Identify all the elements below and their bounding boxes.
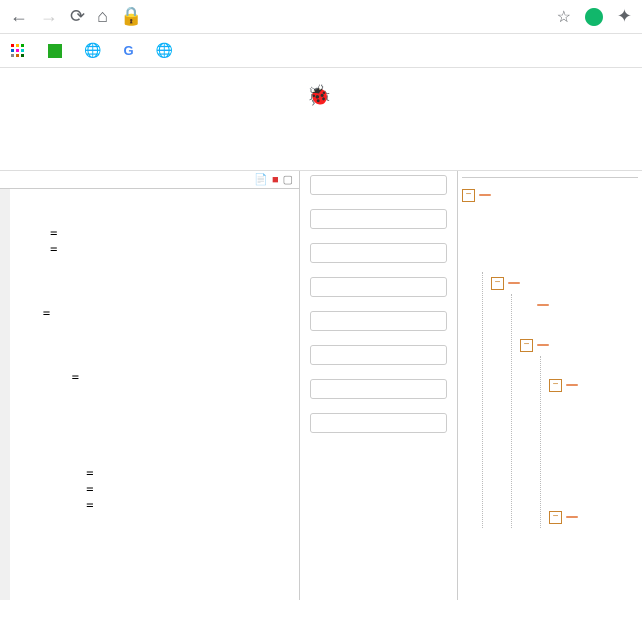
line-gutter (0, 189, 10, 600)
collapse-icon[interactable]: − (520, 339, 533, 352)
tree-body: − − (462, 178, 638, 528)
code-editor[interactable]: = = = = (0, 189, 299, 600)
xml-input-panel: 📄 ■ ▢ = = = (0, 171, 300, 600)
back-icon[interactable]: ← (10, 6, 28, 27)
browser-nav-bar: ← → ⟳ ⌂ 🔒 ☆ ✦ (0, 0, 642, 34)
download-button[interactable] (310, 413, 447, 433)
bookmarks-bar: 🌐 G 🌐 (0, 34, 642, 68)
tree-tag-head[interactable] (508, 282, 520, 284)
minify-button[interactable] (310, 311, 447, 331)
tree-tag-submission[interactable] (566, 516, 578, 518)
tree-tag-instance[interactable] (566, 384, 578, 386)
forward-icon[interactable]: → (40, 6, 58, 27)
browse-button[interactable] (310, 209, 447, 229)
apps-shortcut[interactable] (10, 43, 32, 59)
apps-grid-icon (10, 43, 26, 59)
tree-attr-xmllang (482, 228, 638, 250)
ugc-favicon (48, 44, 62, 58)
tree-node-instance: − (549, 374, 638, 396)
tree-panel: − − (458, 171, 642, 600)
collapse-icon[interactable]: − (549, 379, 562, 392)
bookmark-ugc[interactable] (48, 44, 68, 58)
site-header: 🐞 (0, 68, 642, 118)
collapse-icon[interactable]: − (462, 189, 475, 202)
sample-link[interactable]: 📄 (254, 173, 268, 186)
tree-tag-model[interactable] (537, 344, 549, 346)
top-nav (0, 118, 642, 154)
globe-icon: 🌐 (156, 42, 173, 59)
code-body[interactable]: = = = = (10, 189, 299, 600)
collapse-icon[interactable]: − (549, 511, 562, 524)
xml-panel-header: 📄 ■ ▢ (0, 171, 299, 189)
collapse-icon[interactable]: − (491, 277, 504, 290)
globe-icon: 🌐 (84, 42, 101, 59)
logo-icon: 🐞 (307, 85, 332, 107)
reload-icon[interactable]: ⟳ (70, 6, 85, 27)
main-area: 📄 ■ ▢ = = = (0, 170, 642, 600)
expand-icon[interactable]: ▢ (283, 173, 293, 186)
xml-to-json-button[interactable] (310, 345, 447, 365)
tree-node-head: − − (491, 272, 638, 528)
tree-node-html: − − (462, 184, 638, 528)
tree-tag-title[interactable] (537, 304, 549, 306)
tree-node-model: − − (520, 334, 638, 528)
google-g-icon: G (123, 43, 133, 58)
beautify-button[interactable] (310, 277, 447, 297)
tree-tag-html[interactable] (479, 194, 491, 196)
signin-row (0, 154, 642, 170)
load-url-button[interactable] (310, 175, 447, 195)
address-bar[interactable]: 🔒 (120, 6, 545, 27)
home-icon[interactable]: ⌂ (97, 6, 108, 27)
bookmark-star-icon[interactable]: ☆ (557, 7, 571, 27)
clear-icon[interactable]: ■ (272, 174, 279, 186)
tree-attr-lang (482, 250, 638, 272)
bookmark-confirmation[interactable]: 🌐 (84, 42, 107, 59)
extension-grammarly-icon[interactable] (585, 8, 603, 26)
tree-node-title: − (520, 294, 638, 316)
lock-icon: 🔒 (120, 6, 142, 27)
export-button[interactable] (310, 379, 447, 399)
tree-node-submission: − (549, 506, 638, 528)
tree-view-button[interactable] (310, 243, 447, 263)
bookmark-partial[interactable]: 🌐 (156, 42, 179, 59)
bookmark-plagiarism[interactable]: G (123, 43, 139, 58)
extensions-icon[interactable]: ✦ (617, 6, 632, 27)
tree-attr-xmlns (482, 206, 638, 228)
actions-column (300, 171, 458, 600)
